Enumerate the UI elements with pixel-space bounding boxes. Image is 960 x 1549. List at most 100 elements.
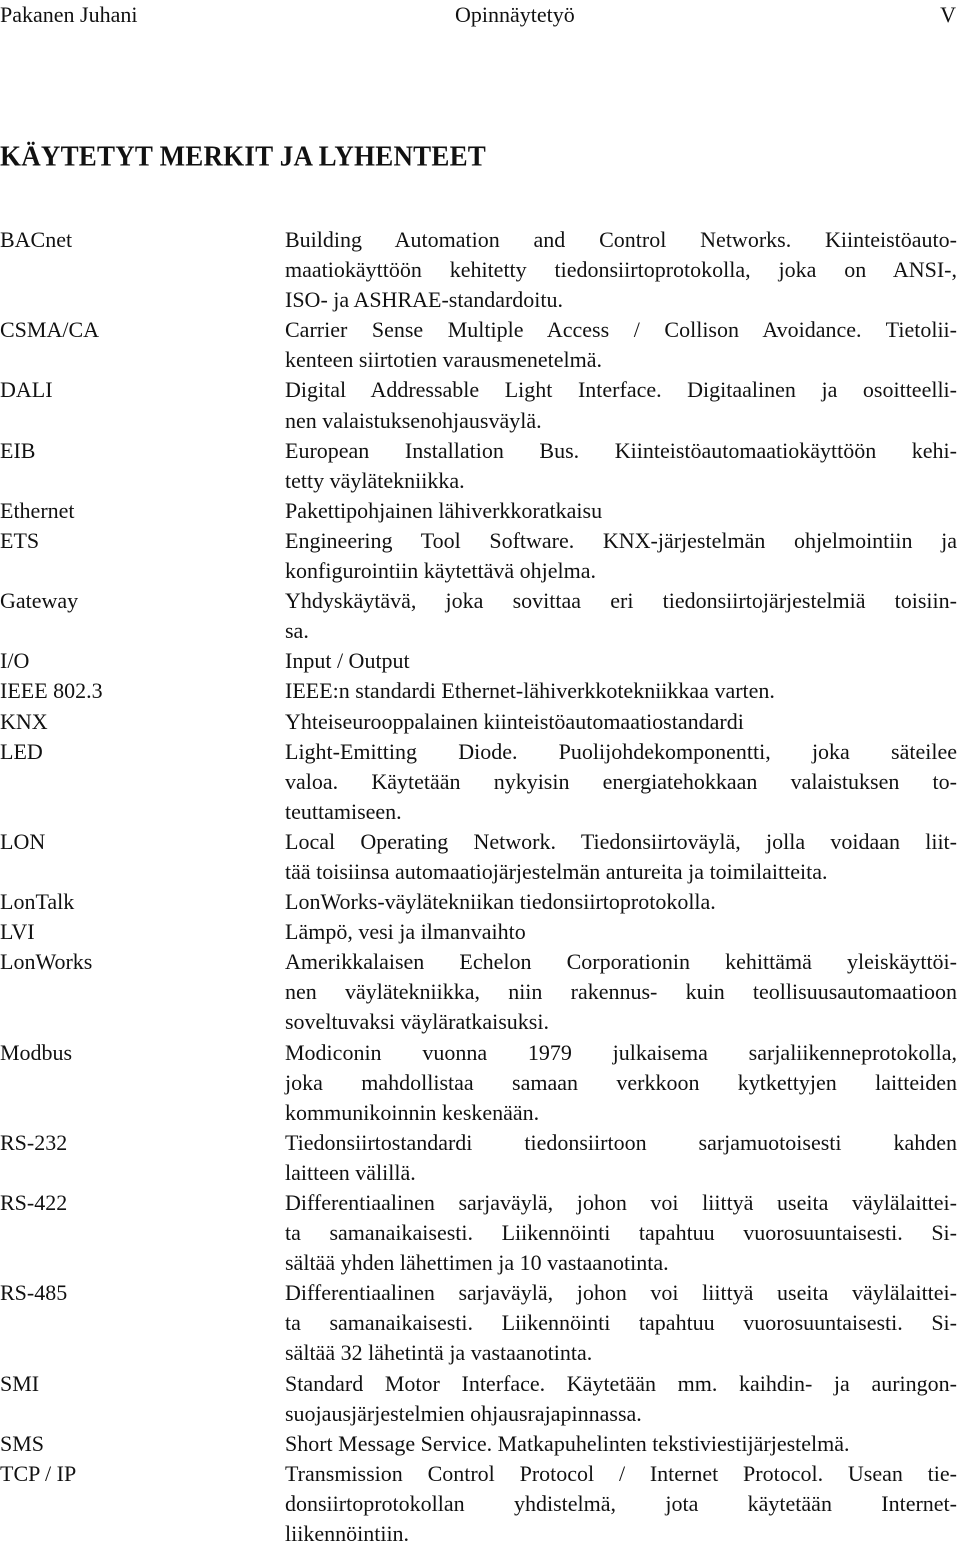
abbreviation-entry: DALI Digital Addressable Light Interface.…	[0, 375, 960, 435]
abbreviation-term: LonTalk	[0, 889, 75, 915]
abbreviation-entry: LON Local Operating Network. Tiedonsiirto…	[0, 827, 960, 887]
definition-line: Building Automation and Control Networks…	[285, 227, 957, 252]
abbreviation-definition: Yhteiseurooppalainen kiinteistöautomaati…	[285, 707, 957, 737]
abbreviation-definition: IEEE:n standardi Ethernet-lähiverkkotekn…	[285, 676, 957, 706]
abbreviation-definition: Differentiaalinen sarjaväylä, johon voi …	[285, 1278, 957, 1368]
abbreviation-definition: LonWorks-väylätekniikan tiedonsiirtoprot…	[285, 887, 957, 917]
abbreviation-entry: CSMA/CA Carrier Sense Multiple Access / C…	[0, 315, 960, 375]
definition-line: donsiirtoprotokollan yhdistelmä, jota kä…	[285, 1490, 957, 1516]
abbreviation-term: TCP / IP	[0, 1460, 77, 1486]
page-header: Pakanen Juhani Opinnäytetyö V	[0, 0, 960, 30]
abbreviation-term: ETS	[0, 527, 40, 553]
abbreviation-entry: LVI Lämpö, vesi ja ilmanvaihto	[0, 917, 960, 947]
abbreviation-entry: BACnet Building Automation and Control Ne…	[0, 225, 960, 315]
definition-line: Short Message Service. Matkapuhelinten t…	[285, 1430, 850, 1456]
definition-line: sältää yhden lähettimen ja 10 vastaanoti…	[285, 1250, 669, 1276]
definition-line: Standard Motor Interface. Käytetään mm. …	[285, 1370, 957, 1396]
abbreviation-entry: LonWorks Amerikkalaisen Echelon Corporati…	[0, 947, 960, 1037]
definition-line: Yhteiseurooppalainen kiinteistöautomaati…	[285, 708, 744, 734]
abbreviation-definition: Amerikkalaisen Echelon Corporationin keh…	[285, 947, 957, 1037]
abbreviation-definition: Tiedonsiirtostandardi tiedonsiirtoon sar…	[285, 1128, 957, 1188]
abbreviation-term: LVI	[0, 919, 35, 945]
abbreviation-definition: Modiconin vuonna 1979 julkaisema sarjali…	[285, 1038, 957, 1128]
abbreviation-entry: ETS Engineering Tool Software. KNX-järjes…	[0, 526, 960, 586]
abbreviation-entry: RS-485 Differentiaalinen sarjaväylä, joho…	[0, 1278, 960, 1368]
abbreviation-definition: Lämpö, vesi ja ilmanvaihto	[285, 917, 957, 947]
definition-line: Digital Addressable Light Interface. Dig…	[285, 377, 957, 403]
definition-line: Input / Output	[285, 648, 410, 674]
definition-line: European Installation Bus. Kiinteistöaut…	[285, 437, 957, 463]
abbreviation-definition: Differentiaalinen sarjaväylä, johon voi …	[285, 1188, 957, 1278]
abbreviation-term: DALI	[0, 377, 53, 403]
definition-line: Tiedonsiirtostandardi tiedonsiirtoon sar…	[285, 1129, 957, 1155]
definition-line: joka mahdollistaa samaan verkkoon kytket…	[285, 1069, 957, 1095]
definition-line: liikennöintiin.	[285, 1521, 410, 1547]
header-page-number: V	[940, 2, 956, 27]
abbreviation-term: IEEE 802.3	[0, 678, 103, 704]
abbreviation-term: SMS	[0, 1430, 45, 1456]
definition-line: IEEE:n standardi Ethernet-lähiverkkotekn…	[285, 678, 775, 704]
abbreviation-entry: EIB European Installation Bus. Kiinteistö…	[0, 436, 960, 496]
abbreviation-definition: Short Message Service. Matkapuhelinten t…	[285, 1429, 957, 1459]
abbreviation-term: LonWorks	[0, 949, 93, 975]
definition-line: Carrier Sense Multiple Access / Collison…	[285, 317, 957, 343]
abbreviation-definition: Engineering Tool Software. KNX-järjestel…	[285, 526, 957, 586]
definition-line: Lämpö, vesi ja ilmanvaihto	[285, 919, 526, 945]
abbreviation-term: KNX	[0, 708, 48, 734]
abbreviation-list: BACnet Building Automation and Control Ne…	[0, 225, 960, 1549]
definition-line: Light-Emitting Diode. Puolijohdekomponen…	[285, 738, 957, 764]
abbreviation-term: RS-232	[0, 1129, 68, 1155]
definition-line: tää toisiinsa automaatiojärjestelmän ant…	[285, 858, 828, 884]
abbreviation-entry: RS-232 Tiedonsiirtostandardi tiedonsiirto…	[0, 1128, 960, 1188]
abbreviation-entry: SMI Standard Motor Interface. Käytetään m…	[0, 1369, 960, 1429]
definition-line: tetty väylätekniikka.	[285, 467, 465, 493]
abbreviation-entry: LonTalk LonWorks-väylätekniikan tiedonsii…	[0, 887, 960, 917]
abbreviation-definition: Input / Output	[285, 646, 957, 676]
abbreviation-entry: Modbus Modiconin vuonna 1979 julkaisema s…	[0, 1038, 960, 1128]
abbreviation-term: RS-422	[0, 1190, 68, 1215]
abbreviation-term: LON	[0, 828, 46, 854]
definition-line: laitteen välillä.	[285, 1159, 416, 1185]
definition-line: nen valaistuksenohjausväylä.	[285, 407, 542, 433]
abbreviation-term: Ethernet	[0, 497, 75, 523]
definition-line: sa.	[285, 618, 309, 644]
definition-line: ta samanaikaisesti. Liikennöinti tapahtu…	[285, 1310, 957, 1336]
definition-line: suojausjärjestelmien ohjausrajapinnassa.	[285, 1400, 642, 1426]
definition-line: valoa. Käytetään nykyisin energiatehokka…	[285, 768, 957, 794]
abbreviation-entry: LED Light-Emitting Diode. Puolijohdekompo…	[0, 737, 960, 827]
definition-line: kommunikoinnin keskenään.	[285, 1099, 540, 1125]
abbreviation-term: RS-485	[0, 1280, 68, 1306]
definition-line: Yhdyskäytävä, joka sovittaa eri tiedonsi…	[285, 588, 957, 614]
definition-line: kenteen siirtotien varausmenetelmä.	[285, 347, 603, 373]
abbreviation-definition: Yhdyskäytävä, joka sovittaa eri tiedonsi…	[285, 586, 957, 646]
abbreviation-definition: Transmission Control Protocol / Internet…	[285, 1459, 957, 1549]
abbreviation-term: I/O	[0, 648, 30, 674]
definition-line: Amerikkalaisen Echelon Corporationin keh…	[285, 949, 957, 975]
abbreviation-term: Modbus	[0, 1039, 73, 1065]
abbreviation-entry: IEEE 802.3 IEEE:n standardi Ethernet-lähi…	[0, 676, 960, 706]
abbreviation-definition: Carrier Sense Multiple Access / Collison…	[285, 315, 957, 375]
definition-line: Local Operating Network. Tiedonsiirtoväy…	[285, 828, 957, 854]
abbreviation-term: SMI	[0, 1370, 40, 1396]
abbreviation-entry: RS-422 Differentiaalinen sarjaväylä, joho…	[0, 1188, 960, 1278]
definition-line: LonWorks-väylätekniikan tiedonsiirtoprot…	[285, 889, 716, 915]
abbreviation-term: CSMA/CA	[0, 317, 100, 343]
definition-line: teuttamiseen.	[285, 798, 402, 824]
abbreviation-definition: European Installation Bus. Kiinteistöaut…	[285, 436, 957, 496]
definition-line: Pakettipohjainen lähiverkkoratkaisu	[285, 497, 603, 523]
definition-line: Transmission Control Protocol / Internet…	[285, 1460, 957, 1486]
abbreviation-definition: Local Operating Network. Tiedonsiirtoväy…	[285, 827, 957, 887]
abbreviation-entry: TCP / IP Transmission Control Protocol / …	[0, 1459, 960, 1549]
abbreviation-definition: Digital Addressable Light Interface. Dig…	[285, 375, 957, 435]
definition-line: konfigurointiin käytettävä ohjelma.	[285, 558, 596, 584]
definition-line: Engineering Tool Software. KNX-järjestel…	[285, 527, 957, 553]
abbreviation-definition: Building Automation and Control Networks…	[285, 225, 957, 315]
abbreviation-entry: Ethernet Pakettipohjainen lähiverkkoratka…	[0, 496, 960, 526]
definition-line: Modiconin vuonna 1979 julkaisema sarjali…	[285, 1039, 957, 1065]
abbreviation-entry: KNX Yhteiseurooppalainen kiinteistöautoma…	[0, 707, 960, 737]
definition-line: maatiokäyttöön kehitetty tiedonsiirtopro…	[285, 257, 957, 283]
definition-line: Differentiaalinen sarjaväylä, johon voi …	[285, 1190, 957, 1215]
abbreviation-entry: I/O Input / Output	[0, 646, 960, 676]
definition-line: Differentiaalinen sarjaväylä, johon voi …	[285, 1280, 957, 1306]
page-title: KÄYTETYT MERKIT JA LYHENTEET	[0, 140, 486, 172]
